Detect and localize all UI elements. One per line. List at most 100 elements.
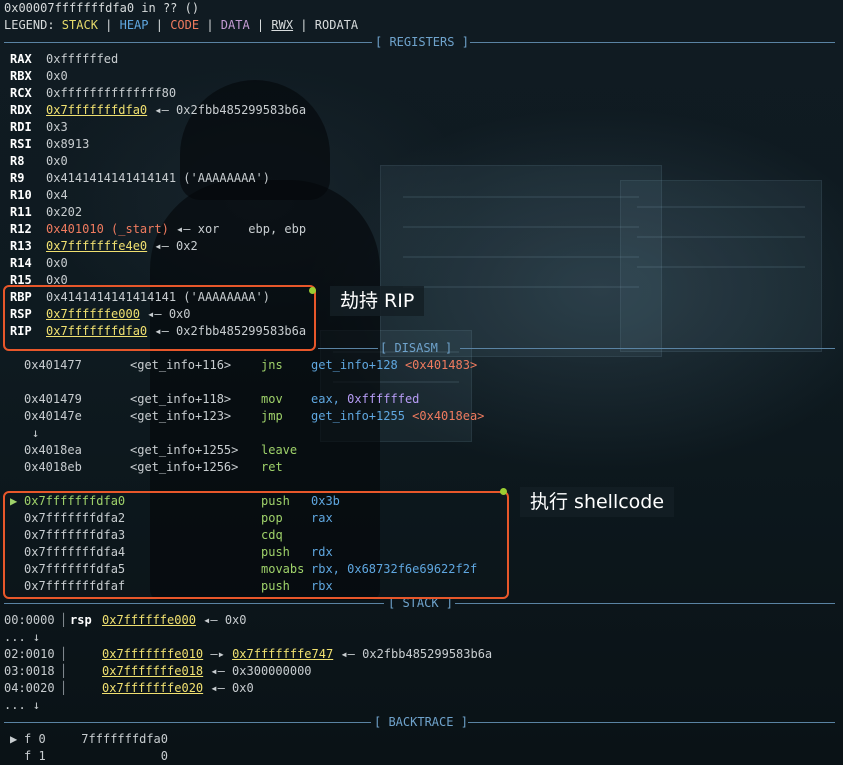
instruction-target: 0xffffffed (347, 392, 420, 406)
instruction-symbol: <get_info+118> (130, 392, 232, 406)
instruction-symbol: <get_info+123> (130, 409, 232, 423)
register-value: 0x0 (46, 256, 68, 270)
legend-data: DATA (220, 18, 250, 32)
backtrace-section-header: [ BACKTRACE ] (0, 714, 843, 731)
instruction-opcode: leave (261, 443, 298, 457)
stack-ellipsis: ... ↓ (4, 698, 41, 712)
register-value: 0x202 (46, 205, 83, 219)
register-name: RDI (10, 120, 32, 134)
registers-section-title: [ REGISTERS ] (375, 35, 469, 49)
register-value: 0x0 (46, 154, 68, 168)
section-rule (470, 42, 835, 43)
stack-separator: │ (60, 681, 68, 695)
stack-row: 00:0000 │ rsp 0x7ffffffe000 ◂— 0x0 (4, 612, 247, 629)
register-value: 0x8913 (46, 137, 90, 151)
backtrace-address: 0 (160, 749, 168, 763)
register-row: RDI 0x3 (10, 119, 68, 136)
legend-rodata: RODATA (314, 18, 359, 32)
instruction-args: eax, (311, 392, 340, 406)
legend-separator: | (199, 18, 221, 32)
backtrace-frame: f 1 (24, 749, 46, 763)
legend: LEGEND: STACK | HEAP | CODE | DATA | RWX… (4, 17, 358, 34)
register-row: R13 0x7fffffffe4e0 ◂— 0x2 (10, 238, 198, 255)
legend-rwx: RWX (271, 18, 294, 32)
register-row: R10 0x4 (10, 187, 68, 204)
stack-separator: │ (60, 613, 68, 627)
instruction-args: get_info+128 (311, 358, 398, 372)
stack-register: rsp (70, 613, 92, 627)
instruction-opcode: jns (261, 358, 283, 372)
instruction-symbol: <get_info+116> (130, 358, 232, 372)
instruction-symbol: <get_info+1255> (130, 443, 239, 457)
register-value: 0xffffffed (46, 52, 119, 66)
stack-arrow: —▸ (203, 647, 233, 661)
register-name: R8 (10, 154, 25, 168)
disasm-section-title: [ DISASM ] (380, 341, 453, 355)
annotation-dot (500, 488, 507, 495)
register-deref: ('AAAAAAAA') (176, 171, 270, 185)
stack-offset: 02:0010 (4, 647, 55, 661)
register-value: 0x4141414141414141 (46, 171, 177, 185)
gdb-frame-title: 0x00007fffffffdfa0 in ?? () (4, 1, 200, 15)
section-rule (4, 603, 384, 604)
legend-separator: | (148, 18, 171, 32)
instruction-address: 0x401477 (24, 358, 82, 372)
register-value: 0x3 (46, 120, 68, 134)
register-name: RSI (10, 137, 32, 151)
section-rule (4, 42, 372, 43)
instruction-target: <0x4018ea> (412, 409, 485, 423)
stack-row: 04:0020 │ 0x7fffffffe020 ◂— 0x0 (4, 680, 254, 697)
section-rule (468, 722, 835, 723)
backtrace-section-title: [ BACKTRACE ] (374, 715, 468, 729)
instruction-address: 0x401479 (24, 392, 82, 406)
stack-ellipsis: ... ↓ (4, 630, 41, 644)
legend-separator: | (293, 18, 315, 32)
stack-address: 0x7fffffffe010 (102, 647, 204, 661)
register-name: R12 (10, 222, 32, 236)
backtrace-marker (10, 748, 24, 765)
register-value: 0x7fffffffe4e0 (46, 239, 148, 253)
stack-pointer: 0x7fffffffe747 (232, 647, 334, 661)
register-row: RSI 0x8913 (10, 136, 89, 153)
instruction-address: 0x4018ea (24, 443, 82, 457)
instruction-opcode: ret (261, 460, 283, 474)
legend-stack: STACK (61, 18, 98, 32)
register-value: 0x0 (46, 69, 68, 83)
backtrace-marker: ▶ (10, 732, 18, 746)
stack-address: 0x7fffffffe018 (102, 664, 204, 678)
stack-offset: 00:0000 (4, 613, 55, 627)
register-name: RAX (10, 52, 32, 66)
legend-code: CODE (170, 18, 200, 32)
stack-value: ◂— 0x2fbb485299583b6a (333, 647, 493, 661)
register-value: 0xffffffffffffff80 (46, 86, 177, 100)
register-name: R13 (10, 239, 32, 253)
register-row: R12 0x401010 (_start) ◂— xor ebp, ebp (10, 221, 306, 238)
register-name: R11 (10, 205, 32, 219)
section-rule (4, 722, 371, 723)
section-rule (318, 348, 378, 349)
register-value: 0x7fffffffdfa0 (46, 103, 148, 117)
stack-separator: │ (60, 647, 68, 661)
stack-separator: │ (60, 664, 68, 678)
annotation-dot (309, 287, 316, 294)
backtrace-row: f 1 0 (10, 748, 168, 765)
register-row: RAX 0xffffffed (10, 51, 118, 68)
legend-heap: HEAP (119, 18, 149, 32)
stack-row: 03:0018 │ 0x7fffffffe018 ◂— 0x300000000 (4, 663, 312, 680)
legend-prefix: LEGEND: (4, 18, 62, 32)
register-name: RDX (10, 103, 32, 117)
register-deref: ◂— xor ebp, ebp (168, 222, 307, 236)
legend-separator: | (249, 18, 272, 32)
disasm-row: 0x401477 <get_info+116> jns get_info+128 <0… (24, 357, 477, 374)
stack-row: 02:0010 │ 0x7fffffffe010 —▸ 0x7fffffffe747… (4, 646, 492, 663)
section-rule (455, 603, 835, 604)
registers-section-header: [ REGISTERS ] (0, 34, 843, 51)
stack-address: 0x7fffffffe020 (102, 681, 204, 695)
register-row: R11 0x202 (10, 204, 82, 221)
stack-value: ◂— 0x0 (203, 681, 254, 695)
register-row: RCX 0xffffffffffffff80 (10, 85, 176, 102)
register-row: RDX 0x7fffffffdfa0 ◂— 0x2fbb485299583b6a (10, 102, 306, 119)
stack-offset: 04:0020 (4, 681, 55, 695)
background-monitor (620, 180, 822, 352)
register-value: 0x4 (46, 188, 68, 202)
